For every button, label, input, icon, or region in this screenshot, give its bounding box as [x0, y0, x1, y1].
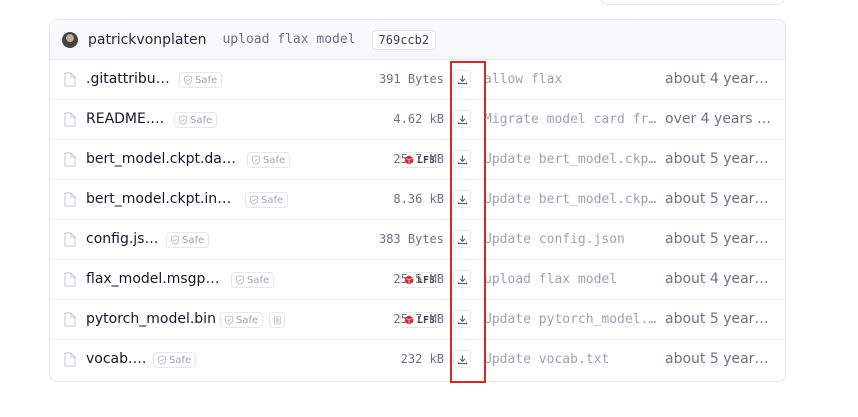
safe-badge[interactable]: Safe	[174, 112, 218, 128]
file-commit-message[interactable]: Update bert_model.ckpt.data-00000-of-000…	[484, 152, 659, 167]
file-commit-date: about 4 years ago	[665, 271, 773, 287]
commit-author[interactable]: patrickvonplaten	[88, 32, 206, 48]
download-button[interactable]	[453, 310, 471, 328]
file-commit-date: over 4 years ago	[665, 111, 773, 127]
file-commit-message[interactable]: Update pytorch_model.bin	[484, 312, 659, 327]
safe-label: Safe	[263, 154, 286, 166]
download-icon	[457, 114, 468, 125]
shield-check-icon	[183, 75, 193, 85]
download-button[interactable]	[453, 150, 471, 168]
file-size: 25.7 MB	[393, 312, 444, 326]
download-button[interactable]	[453, 110, 471, 128]
file-name-link[interactable]: vocab.txt	[86, 351, 148, 367]
file-icon	[64, 272, 76, 287]
file-name-link[interactable]: .gitattributes	[86, 71, 174, 87]
download-button[interactable]	[453, 230, 471, 248]
file-name-link[interactable]: config.json	[86, 231, 161, 247]
file-name-link[interactable]: pytorch_model.bin	[86, 311, 216, 327]
shield-check-icon	[157, 355, 167, 365]
file-name-link[interactable]: flax_model.msgpack	[86, 271, 227, 287]
safe-label: Safe	[247, 274, 270, 286]
file-commit-message[interactable]: Migrate model card from transformers-rep…	[484, 112, 659, 127]
file-row: flax_model.msgpack Safe LFS 25.5 MB upload f…	[50, 260, 785, 300]
file-icon	[64, 192, 76, 207]
last-commit-bar: patrickvonplaten upload flax model 769cc…	[50, 20, 785, 60]
shield-check-icon	[170, 235, 180, 245]
shield-check-icon	[235, 275, 245, 285]
download-button[interactable]	[453, 190, 471, 208]
safe-label: Safe	[190, 114, 213, 126]
file-rows: .gitattributes Safe 391 Bytes allow flax abo…	[50, 60, 785, 380]
safe-label: Safe	[236, 314, 259, 326]
pickle-scan-icon[interactable]	[269, 312, 285, 328]
download-button[interactable]	[453, 70, 471, 88]
file-size: 232 kB	[400, 352, 444, 366]
download-button[interactable]	[453, 350, 471, 368]
file-commit-date: about 5 years ago	[665, 311, 773, 327]
file-name-link[interactable]: bert_model.ckpt.data-00000-of-00001	[86, 151, 241, 167]
file-size: 25.7 MB	[393, 152, 444, 166]
commit-message[interactable]: upload flax model	[222, 32, 355, 47]
file-commit-message[interactable]: Update bert_model.ckpt.index	[484, 192, 659, 207]
safe-badge[interactable]: Safe	[247, 152, 291, 168]
file-commit-date: about 5 years ago	[665, 151, 773, 167]
file-icon	[64, 112, 76, 127]
file-row: vocab.txt Safe 232 kB Update vocab.txt about…	[50, 340, 785, 380]
file-commit-message[interactable]: allow flax	[484, 72, 659, 87]
file-row: bert_model.ckpt.data-00000-of-00001SafeL…	[50, 140, 785, 180]
safe-badge[interactable]: Safe	[153, 352, 197, 368]
file-icon	[64, 152, 76, 167]
shield-check-icon	[224, 315, 234, 325]
file-commit-message[interactable]: Update config.json	[484, 232, 659, 247]
download-icon	[457, 154, 468, 165]
safe-badge[interactable]: Safe	[166, 232, 210, 248]
download-icon	[457, 274, 468, 285]
safe-label: Safe	[182, 234, 205, 246]
safe-badge[interactable]: Safe	[245, 192, 289, 208]
download-icon	[457, 194, 468, 205]
search-box-edge	[600, 0, 785, 5]
shield-check-icon	[249, 195, 259, 205]
file-icon	[64, 352, 76, 367]
shield-check-icon	[251, 155, 261, 165]
file-size: 383 Bytes	[378, 232, 444, 246]
file-name-link[interactable]: README.md	[86, 111, 170, 127]
file-icon	[64, 312, 76, 327]
download-button[interactable]	[453, 270, 471, 288]
file-commit-date: about 5 years ago	[665, 351, 773, 367]
file-name-link[interactable]: bert_model.ckpt.index	[86, 191, 240, 207]
author-avatar[interactable]	[62, 31, 78, 48]
safe-label: Safe	[195, 74, 218, 86]
file-icon	[64, 232, 76, 247]
file-commit-date: about 5 years ago	[665, 191, 773, 207]
commit-hash[interactable]: 769ccb2	[371, 29, 437, 50]
download-icon	[457, 74, 468, 85]
file-commit-date: about 5 years ago	[665, 231, 773, 247]
safe-label: Safe	[261, 194, 284, 206]
download-icon	[457, 314, 468, 325]
download-icon	[457, 354, 468, 365]
safe-badge[interactable]: Safe	[231, 272, 275, 288]
download-icon	[457, 234, 468, 245]
file-size: 8.36 kB	[393, 192, 444, 206]
file-commit-message[interactable]: Update vocab.txt	[484, 352, 659, 367]
file-commit-date: about 4 years ago	[665, 71, 773, 87]
file-row: README.md Safe 4.62 kB Migrate model card f…	[50, 100, 785, 140]
file-row: .gitattributes Safe 391 Bytes allow flax abo…	[50, 60, 785, 100]
safe-badge[interactable]: Safe	[220, 312, 264, 328]
safe-label: Safe	[169, 354, 192, 366]
file-row: bert_model.ckpt.index Safe 8.36 kB Update b…	[50, 180, 785, 220]
file-list-panel: patrickvonplaten upload flax model 769cc…	[49, 19, 786, 382]
file-row: config.json Safe 383 Bytes Update config.js…	[50, 220, 785, 260]
file-icon	[64, 72, 76, 87]
file-size: 4.62 kB	[393, 112, 444, 126]
file-size: 391 Bytes	[378, 72, 444, 86]
file-size: 25.5 MB	[393, 272, 444, 286]
shield-check-icon	[178, 115, 188, 125]
file-commit-message[interactable]: upload flax model	[484, 272, 659, 287]
file-row: pytorch_model.bin Safe LFS 25.7 MB Update py…	[50, 300, 785, 340]
safe-badge[interactable]: Safe	[179, 72, 223, 88]
